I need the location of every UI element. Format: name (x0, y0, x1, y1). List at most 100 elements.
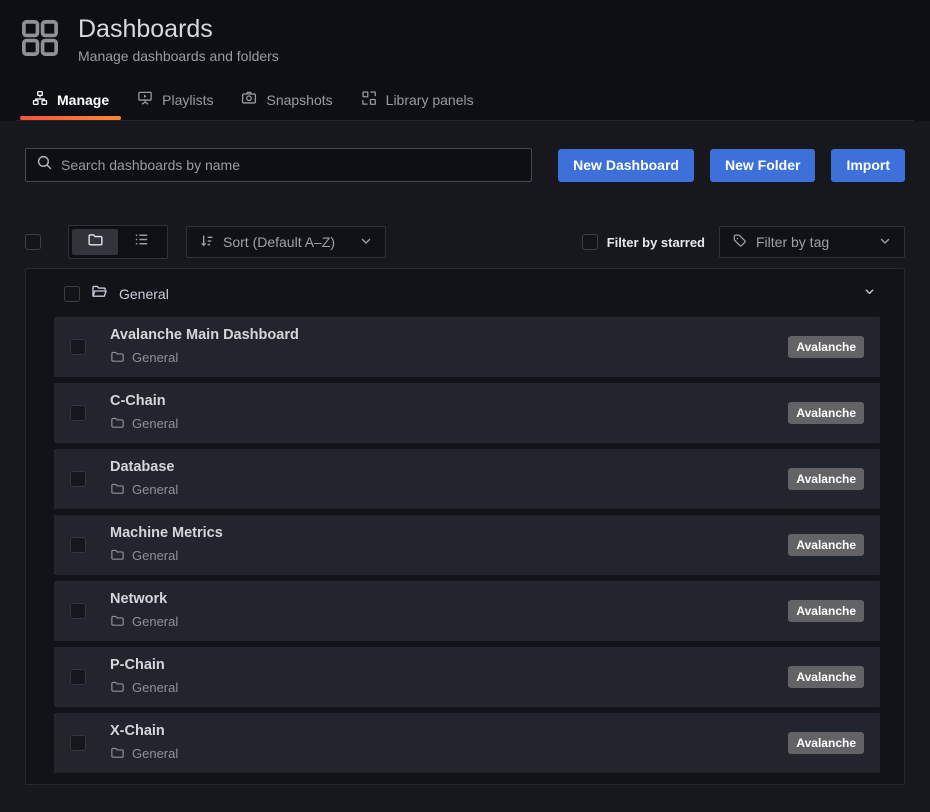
top-header-section: Dashboards Manage dashboards and folders… (0, 0, 930, 121)
folder-checkbox[interactable] (64, 286, 80, 302)
filter-by-starred: Filter by starred (582, 234, 705, 250)
page-subtitle: Manage dashboards and folders (78, 48, 279, 64)
folder-icon (110, 679, 125, 697)
tag-badge[interactable]: Avalanche (788, 336, 864, 358)
tab-label: Playlists (162, 92, 213, 108)
dashboard-row[interactable]: P-Chain General Avalanche (54, 647, 880, 707)
folder-icon (110, 349, 125, 367)
camera-icon (241, 90, 257, 109)
dashboard-list-panel: General Avalanche Main Dashboard General… (25, 268, 905, 785)
row-checkbox[interactable] (70, 339, 86, 355)
chevron-down-icon (878, 234, 892, 251)
folder-icon (110, 415, 125, 433)
tag-badge[interactable]: Avalanche (788, 534, 864, 556)
folder-icon (87, 231, 104, 253)
list-view-button[interactable] (118, 229, 164, 255)
search-icon (36, 154, 53, 176)
dashboard-row[interactable]: Database General Avalanche (54, 449, 880, 509)
row-checkbox[interactable] (70, 405, 86, 421)
row-main: X-Chain General (110, 723, 178, 762)
row-checkbox[interactable] (70, 603, 86, 619)
tab-bar: Manage Playlists Snapshots (16, 81, 914, 121)
dashboard-row[interactable]: Machine Metrics General Avalanche (54, 515, 880, 575)
folder-icon (110, 745, 125, 763)
folder-view-button[interactable] (72, 229, 118, 255)
row-checkbox[interactable] (70, 537, 86, 553)
tab-label: Manage (57, 92, 109, 108)
chevron-down-icon[interactable] (863, 285, 876, 303)
sitemap-icon (32, 90, 48, 109)
tab-library-panels[interactable]: Library panels (347, 81, 488, 120)
new-folder-button[interactable]: New Folder (710, 149, 815, 182)
tag-badge[interactable]: Avalanche (788, 600, 864, 622)
dashboard-row[interactable]: X-Chain General Avalanche (54, 713, 880, 773)
library-panels-icon (361, 90, 377, 109)
filter-row: Sort (Default A–Z) Filter by starred Fil… (25, 225, 905, 259)
location-label: General (132, 482, 178, 497)
chevron-down-icon (359, 234, 373, 251)
dashboard-title[interactable]: Machine Metrics (110, 525, 223, 542)
tab-label: Snapshots (266, 92, 332, 108)
select-all-checkbox[interactable] (25, 234, 41, 250)
tag-dropdown-value: Filter by tag (756, 234, 829, 250)
tab-playlists[interactable]: Playlists (123, 81, 227, 120)
row-checkbox[interactable] (70, 669, 86, 685)
apps-grid-icon (18, 16, 62, 65)
dashboard-location: General (110, 745, 178, 763)
tag-badge[interactable]: Avalanche (788, 468, 864, 490)
dashboard-location: General (110, 349, 299, 367)
location-label: General (132, 680, 178, 695)
dashboard-title[interactable]: X-Chain (110, 723, 178, 740)
row-main: Machine Metrics General (110, 525, 223, 564)
sort-dropdown[interactable]: Sort (Default A–Z) (186, 226, 386, 258)
dashboard-row[interactable]: C-Chain General Avalanche (54, 383, 880, 443)
location-label: General (132, 416, 178, 431)
list-icon (133, 231, 150, 253)
tab-manage[interactable]: Manage (18, 81, 123, 120)
dashboard-row[interactable]: Avalanche Main Dashboard General Avalanc… (54, 317, 880, 377)
sort-amount-icon (199, 233, 215, 252)
dashboard-location: General (110, 613, 178, 631)
row-main: Network General (110, 591, 178, 630)
folder-section-general[interactable]: General (54, 279, 880, 309)
folder-icon (110, 481, 125, 499)
new-dashboard-button[interactable]: New Dashboard (558, 149, 694, 182)
content-area: New Dashboard New Folder Import (0, 148, 930, 785)
location-label: General (132, 614, 178, 629)
dashboard-location: General (110, 415, 178, 433)
row-main: Database General (110, 459, 178, 498)
tag-badge[interactable]: Avalanche (788, 666, 864, 688)
view-mode-toggle (68, 225, 168, 259)
dashboard-title[interactable]: Database (110, 459, 178, 476)
dashboard-title[interactable]: Network (110, 591, 178, 608)
tab-snapshots[interactable]: Snapshots (227, 81, 346, 120)
folder-icon (110, 547, 125, 565)
location-label: General (132, 548, 178, 563)
row-main: C-Chain General (110, 393, 178, 432)
search-input[interactable] (61, 157, 521, 173)
starred-checkbox[interactable] (582, 234, 598, 250)
tag-badge[interactable]: Avalanche (788, 402, 864, 424)
dashboard-title[interactable]: Avalanche Main Dashboard (110, 327, 299, 344)
starred-label: Filter by starred (607, 235, 705, 250)
filter-by-tag-dropdown[interactable]: Filter by tag (719, 226, 905, 258)
actions-row: New Dashboard New Folder Import (25, 148, 905, 182)
row-checkbox[interactable] (70, 735, 86, 751)
dashboard-row[interactable]: Network General Avalanche (54, 581, 880, 641)
location-label: General (132, 350, 178, 365)
search-box (25, 148, 532, 182)
import-button[interactable]: Import (831, 149, 905, 182)
dashboard-title[interactable]: P-Chain (110, 657, 178, 674)
presentation-play-icon (137, 90, 153, 109)
page-title: Dashboards (78, 14, 279, 44)
tag-badge[interactable]: Avalanche (788, 732, 864, 754)
folder-name: General (119, 286, 169, 302)
row-checkbox[interactable] (70, 471, 86, 487)
tab-label: Library panels (386, 92, 474, 108)
tag-icon (732, 233, 748, 252)
button-group: New Dashboard New Folder Import (558, 149, 905, 182)
dashboard-title[interactable]: C-Chain (110, 393, 178, 410)
page-header: Dashboards Manage dashboards and folders (16, 14, 914, 65)
dashboard-location: General (110, 547, 223, 565)
row-main: Avalanche Main Dashboard General (110, 327, 299, 366)
